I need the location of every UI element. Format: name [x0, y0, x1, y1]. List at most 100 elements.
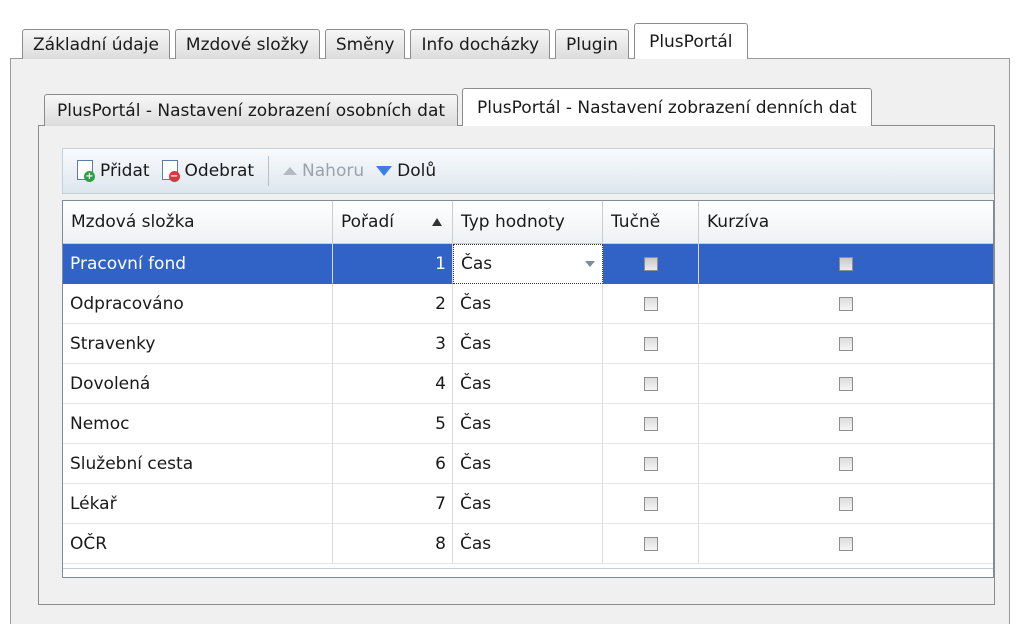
- column-header-typ-hodnoty[interactable]: Typ hodnoty: [453, 201, 603, 243]
- italic-checkbox[interactable]: [839, 296, 853, 311]
- cell-typ-hodnoty[interactable]: Čas: [453, 444, 603, 484]
- cell-tucne: [603, 244, 699, 284]
- table-row[interactable]: Nemoc 5 Čas: [63, 404, 993, 444]
- column-header-kurziva[interactable]: Kurzíva: [699, 201, 993, 243]
- cell-mzdova-slozka[interactable]: Nemoc: [63, 404, 333, 444]
- cell-typ-hodnoty[interactable]: Čas: [453, 404, 603, 444]
- cell-mzdova-slozka[interactable]: Lékař: [63, 484, 333, 524]
- cell-typ-hodnoty[interactable]: Čas: [453, 484, 603, 524]
- cell-poradi[interactable]: 1: [333, 244, 453, 284]
- cell-mzdova-slozka[interactable]: Dovolená: [63, 364, 333, 404]
- outer-tab-strip: Základní údaje Mzdové složky Směny Info …: [22, 23, 753, 59]
- bold-checkbox[interactable]: [643, 496, 658, 511]
- cell-text: 6: [435, 453, 446, 474]
- table-row[interactable]: Odpracováno 2 Čas: [63, 284, 993, 324]
- tab-denni-data[interactable]: PlusPortál - Nastavení zobrazení denních…: [462, 88, 872, 126]
- italic-checkbox[interactable]: [839, 496, 853, 511]
- italic-checkbox[interactable]: [839, 376, 853, 391]
- table-row[interactable]: Dovolená 4 Čas: [63, 364, 993, 404]
- typ-hodnoty-dropdown[interactable]: Čas: [453, 244, 603, 284]
- chevron-down-icon[interactable]: [585, 261, 595, 267]
- bold-checkbox[interactable]: [643, 376, 658, 391]
- cell-mzdova-slozka[interactable]: Stravenky: [63, 324, 333, 364]
- cell-tucne: [603, 484, 699, 524]
- cell-text: 8: [435, 533, 446, 554]
- remove-button-label: Odebrat: [184, 161, 255, 181]
- cell-tucne: [603, 444, 699, 484]
- italic-checkbox[interactable]: [839, 416, 853, 431]
- cell-mzdova-slozka[interactable]: OČR: [63, 524, 333, 564]
- cell-kurziva: [699, 284, 993, 324]
- tab-zakladni-udaje[interactable]: Základní údaje: [22, 29, 170, 59]
- move-up-label: Nahoru: [302, 161, 365, 181]
- cell-typ-hodnoty[interactable]: Čas: [453, 284, 603, 324]
- cell-text: 1: [435, 253, 446, 274]
- cell-poradi[interactable]: 5: [333, 404, 453, 444]
- cell-poradi[interactable]: 6: [333, 444, 453, 484]
- move-down-button[interactable]: Dolů: [376, 161, 436, 181]
- sort-ascending-icon: [432, 218, 442, 226]
- cell-text: Čas: [460, 453, 492, 474]
- table-row[interactable]: Stravenky 3 Čas: [63, 324, 993, 364]
- tab-info-dochazky[interactable]: Info docházky: [410, 29, 551, 59]
- tab-plugin[interactable]: Plugin: [555, 29, 630, 59]
- remove-button[interactable]: − Odebrat: [161, 160, 255, 182]
- cell-kurziva: [699, 524, 993, 564]
- table-row[interactable]: Služební cesta 6 Čas: [63, 444, 993, 484]
- cell-tucne: [603, 324, 699, 364]
- cell-typ-hodnoty[interactable]: Čas: [453, 324, 603, 364]
- tab-label: PlusPortál: [649, 31, 733, 52]
- tab-osobni-data[interactable]: PlusPortál - Nastavení zobrazení osobníc…: [44, 94, 459, 126]
- cell-typ-hodnoty[interactable]: Čas: [453, 524, 603, 564]
- cell-poradi[interactable]: 7: [333, 484, 453, 524]
- table-row[interactable]: Lékař 7 Čas: [63, 484, 993, 524]
- table-row[interactable]: Pracovní fond 1 Čas: [63, 244, 993, 284]
- grid-body: Pracovní fond 1 Čas Odpracováno 2 Čas Stravenk…: [63, 244, 993, 564]
- toolbar-separator: [268, 156, 270, 186]
- cell-mzdova-slozka[interactable]: Pracovní fond: [63, 244, 333, 284]
- cell-tucne: [603, 364, 699, 404]
- cell-poradi[interactable]: 4: [333, 364, 453, 404]
- move-up-button[interactable]: Nahoru: [283, 161, 364, 181]
- italic-checkbox[interactable]: [839, 336, 853, 351]
- cell-mzdova-slozka[interactable]: Služební cesta: [63, 444, 333, 484]
- cell-text: Čas: [461, 254, 493, 274]
- cell-text: 2: [435, 293, 446, 314]
- bold-checkbox[interactable]: [643, 256, 658, 271]
- bold-checkbox[interactable]: [643, 296, 658, 311]
- italic-checkbox[interactable]: [839, 536, 853, 551]
- tab-mzdove-slozky[interactable]: Mzdové složky: [174, 29, 320, 59]
- cell-poradi[interactable]: 8: [333, 524, 453, 564]
- tab-label: Plugin: [566, 34, 619, 55]
- tab-label: Info docházky: [421, 34, 540, 55]
- inner-tab-strip: PlusPortál - Nastavení zobrazení osobníc…: [44, 88, 876, 126]
- tab-label: PlusPortál - Nastavení zobrazení osobníc…: [57, 100, 446, 121]
- cell-tucne: [603, 284, 699, 324]
- cell-text: Odpracováno: [70, 293, 184, 314]
- bold-checkbox[interactable]: [643, 456, 658, 471]
- column-header-mzdova-slozka[interactable]: Mzdová složka: [63, 201, 333, 243]
- column-header-tucne[interactable]: Tučně: [603, 201, 699, 243]
- add-button-label: Přidat: [100, 161, 150, 181]
- column-header-poradi[interactable]: Pořadí: [333, 201, 453, 243]
- table-row[interactable]: OČR 8 Čas: [63, 524, 993, 564]
- bold-checkbox[interactable]: [643, 416, 658, 431]
- tab-plusportal[interactable]: PlusPortál: [634, 23, 748, 59]
- italic-checkbox[interactable]: [839, 456, 853, 471]
- add-document-icon: +: [77, 160, 95, 182]
- tab-smeny[interactable]: Směny: [324, 29, 406, 59]
- cell-typ-hodnoty[interactable]: Čas: [453, 364, 603, 404]
- bold-checkbox[interactable]: [643, 536, 658, 551]
- cell-mzdova-slozka[interactable]: Odpracováno: [63, 284, 333, 324]
- cell-poradi[interactable]: 3: [333, 324, 453, 364]
- add-button[interactable]: + Přidat: [77, 160, 150, 182]
- italic-checkbox[interactable]: [839, 256, 853, 271]
- cell-text: Čas: [460, 533, 492, 554]
- cell-text: Čas: [460, 333, 492, 354]
- bold-checkbox[interactable]: [643, 336, 658, 351]
- cell-poradi[interactable]: 2: [333, 284, 453, 324]
- cell-text: Stravenky: [70, 333, 156, 354]
- cell-text: 3: [435, 333, 446, 354]
- arrow-down-icon: [376, 166, 393, 176]
- cell-kurziva: [699, 364, 993, 404]
